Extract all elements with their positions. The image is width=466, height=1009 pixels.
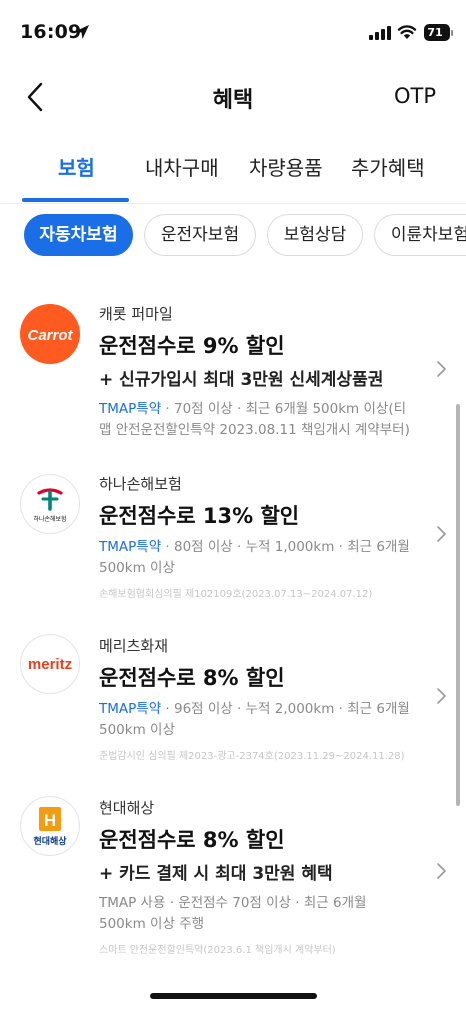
offer-conditions: TMAP특약 · 70점 이상 · 최근 6개월 500km 이상(티맵 안전운…: [99, 401, 410, 438]
chip-driver-insurance[interactable]: 운전자보험: [144, 214, 256, 256]
chip-motorcycle-insurance[interactable]: 이륜차보험: [374, 214, 466, 256]
company-name: 하나손해보험: [99, 475, 182, 493]
tab-insurance[interactable]: 보험: [58, 152, 95, 181]
svg-text:현대해상: 현대해상: [33, 835, 67, 847]
navigation-bar: 혜택 OTP: [0, 66, 466, 126]
battery-indicator: 71: [424, 24, 454, 41]
offer-card-carrot[interactable]: Carrot 캐롯 퍼마일 운전점수로 9% 할인 + 신규가입시 최대 3만원…: [0, 300, 456, 450]
main-tab-bar: 보험 내차구매 차량용품 추가혜택: [0, 140, 466, 204]
offer-card-hyundai[interactable]: H 현대해상 현대해상 운전점수로 8% 할인 + 카드 결제 시 최대 3만원…: [0, 794, 456, 956]
meritz-logo: meritz: [20, 634, 80, 694]
status-bar: 16:09 71: [0, 0, 466, 66]
cellular-signal-icon: [369, 26, 391, 40]
discount-headline: 운전점수로 8% 할인: [99, 828, 285, 852]
otp-button[interactable]: OTP: [394, 84, 436, 108]
chip-car-insurance[interactable]: 자동차보험: [24, 214, 133, 256]
discount-headline: 운전점수로 8% 할인: [99, 666, 285, 690]
scrollbar[interactable]: [456, 404, 460, 806]
chevron-right-icon: [437, 863, 446, 879]
offer-card-meritz[interactable]: meritz 메리츠화재 운전점수로 8% 할인 TMAP특약 · 96점 이상…: [0, 632, 456, 762]
carrot-logo: Carrot: [20, 304, 80, 364]
bonus-subline: + 신규가입시 최대 3만원 신세계상품권: [99, 370, 384, 390]
offer-conditions: TMAP 사용 · 운전점수 70점 이상 · 최근 6개월 500km 이상 …: [99, 895, 367, 932]
chevron-right-icon: [437, 526, 446, 542]
company-name: 현대해상: [99, 799, 155, 817]
battery-level: 71: [427, 26, 443, 39]
tab-extra-benefits[interactable]: 추가혜택: [351, 152, 425, 181]
regulatory-notice: 스마트 안전운전할인특약(2023.6.1 책임개시 계약부터): [99, 945, 336, 956]
offer-conditions: TMAP특약 · 96점 이상 · 누적 2,000km · 최근 6개월 50…: [99, 701, 410, 738]
svg-text:H: H: [44, 811, 56, 830]
hyundai-marine-logo: H 현대해상: [20, 796, 80, 856]
chevron-right-icon: [437, 688, 446, 704]
home-indicator[interactable]: [150, 993, 317, 999]
regulatory-notice: 준법감시인 심의필 제2023-광고-2374호(2023.11.29~2024…: [99, 751, 405, 762]
tab-car-purchase[interactable]: 내차구매: [145, 152, 219, 181]
svg-text:Carrot: Carrot: [27, 327, 73, 344]
discount-headline: 운전점수로 9% 할인: [99, 334, 285, 358]
bonus-subline: + 카드 결제 시 최대 3만원 혜택: [99, 864, 333, 884]
discount-headline: 운전점수로 13% 할인: [99, 504, 300, 528]
wifi-icon: [397, 25, 417, 39]
svg-text:meritz: meritz: [28, 656, 72, 673]
category-chips: 자동차보험 운전자보험 보험상담 이륜차보험: [0, 214, 466, 258]
chevron-right-icon: [437, 361, 446, 377]
regulatory-notice: 손해보험협회심의필 제102109호(2023.07.13~2024.07.12…: [99, 589, 373, 600]
location-arrow-icon: [75, 25, 89, 39]
carrot-logo-mark: Carrot: [27, 327, 73, 344]
offer-card-hana[interactable]: 하나손해보험 하나손해보험 운전점수로 13% 할인 TMAP특약 · 80점 …: [0, 470, 456, 600]
status-time: 16:09: [20, 21, 82, 43]
active-tab-indicator: [22, 198, 129, 202]
svg-text:하나손해보험: 하나손해보험: [33, 515, 66, 523]
offer-conditions: TMAP특약 · 80점 이상 · 누적 1,000km · 최근 6개월 50…: [99, 539, 410, 576]
tab-car-accessories[interactable]: 차량용품: [249, 152, 323, 181]
company-name: 메리츠화재: [99, 637, 169, 655]
hana-insurance-logo: 하나손해보험: [20, 474, 80, 534]
chip-insurance-consult[interactable]: 보험상담: [267, 214, 363, 256]
company-name: 캐롯 퍼마일: [99, 305, 173, 323]
